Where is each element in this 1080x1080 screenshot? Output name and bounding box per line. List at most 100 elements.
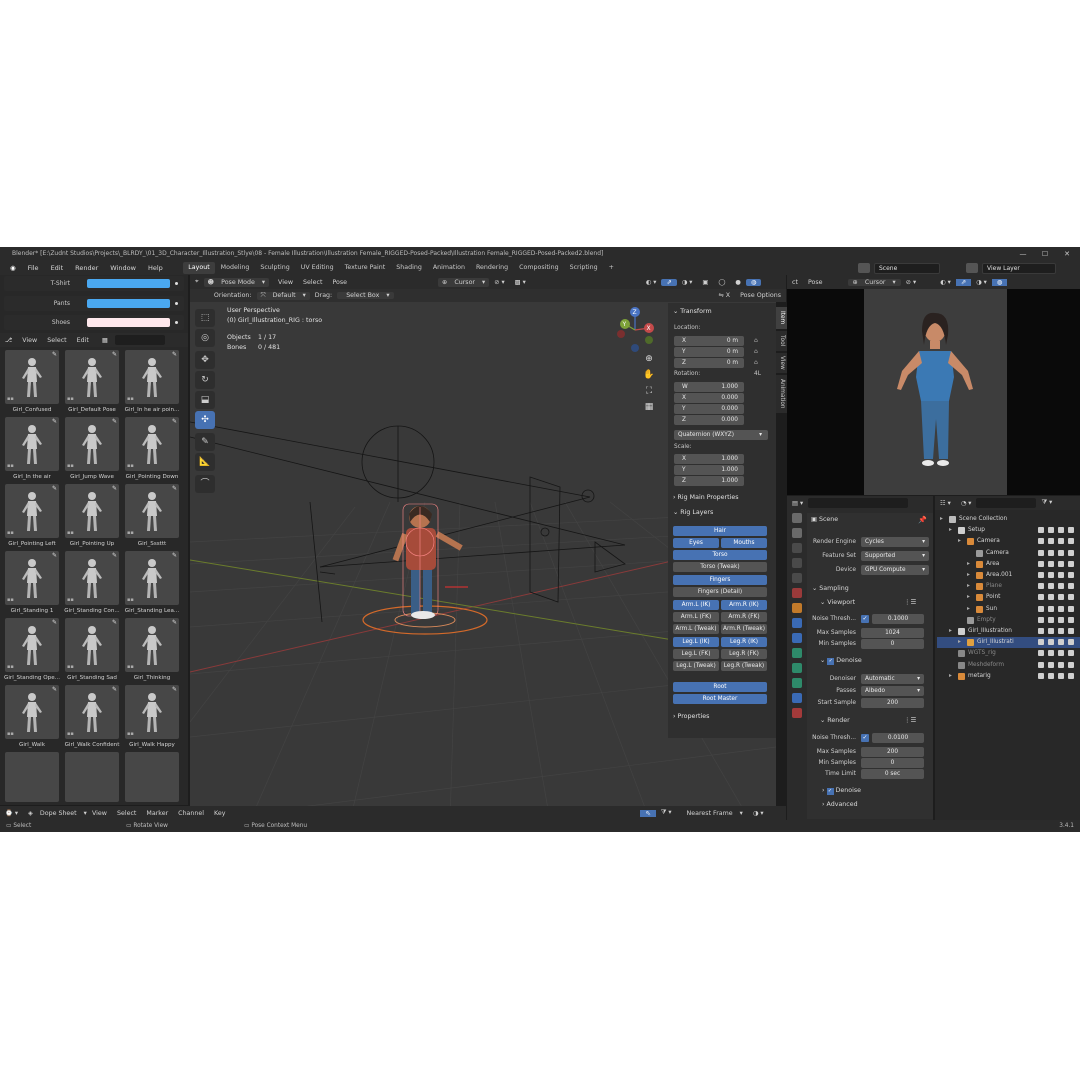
scene-icon[interactable]: [858, 263, 870, 273]
layer-leg-r-ik-button[interactable]: Leg.R (IK): [721, 637, 767, 647]
filter-icon[interactable]: ⧩ ▾: [656, 809, 677, 817]
perspective-grid-icon[interactable]: ▦: [642, 402, 656, 413]
pose-thumbnail[interactable]: ▪▪ ✎: [5, 417, 59, 471]
edit-icon[interactable]: ✎: [172, 418, 177, 425]
lock-icon[interactable]: ⌂: [754, 357, 758, 368]
timeline-menu-channel[interactable]: Channel: [173, 810, 209, 817]
rotation-y-field[interactable]: Y 0.000: [674, 404, 744, 414]
pose-thumbnail[interactable]: [5, 752, 59, 802]
filter-icon[interactable]: ⧩ ▾: [1036, 499, 1057, 507]
properties-search-input[interactable]: [808, 498, 909, 508]
pose-mode-dropdown[interactable]: ☻ Pose Mode ▾: [203, 277, 270, 287]
keyframe-dot-icon[interactable]: [175, 282, 178, 285]
expand-arrow-icon[interactable]: ▸: [958, 637, 961, 648]
visibility-icon[interactable]: ◐ ▾: [935, 279, 956, 286]
scale-y-field[interactable]: Y 1.000: [674, 465, 744, 475]
layer-leg-r-tweak-button[interactable]: Leg.R (Tweak): [721, 661, 767, 671]
outliner-row[interactable]: ▸ Point: [937, 592, 1080, 603]
pose-thumbnail[interactable]: ▪▪ ✎: [65, 350, 119, 404]
layer-arm-r-fk-button[interactable]: Arm.R (FK): [721, 612, 767, 622]
layer-arm-r-ik-button[interactable]: Arm.R (IK): [721, 600, 767, 610]
edit-icon[interactable]: ✎: [172, 552, 177, 559]
pose-thumbnail[interactable]: ▪▪ ✎: [5, 618, 59, 672]
world-props-icon[interactable]: [792, 588, 802, 598]
xray-icon[interactable]: ▣: [697, 279, 713, 286]
edit-icon[interactable]: ✎: [172, 619, 177, 626]
camera-render-view[interactable]: [787, 289, 1080, 495]
pose-thumbnail[interactable]: ▪▪ ✎: [125, 484, 179, 538]
shoes-color-swatch[interactable]: [87, 318, 170, 327]
edit-icon[interactable]: ✎: [112, 619, 117, 626]
viewport-min-samples-field[interactable]: 0: [861, 639, 924, 649]
proportional-icon[interactable]: ▩ ▾: [510, 279, 531, 286]
pants-color-swatch[interactable]: [87, 299, 170, 308]
edit-icon[interactable]: ✎: [52, 418, 57, 425]
menu-help[interactable]: Help: [142, 261, 169, 275]
list-menu-icon[interactable]: ⋮☰: [904, 598, 916, 606]
dope-sheet-dropdown[interactable]: ◈ Dope Sheet ▾: [23, 810, 87, 817]
pose-thumbnail[interactable]: ▪▪ ✎: [65, 618, 119, 672]
viewport-max-samples-field[interactable]: 1024: [861, 628, 924, 638]
constraint-props-icon[interactable]: [792, 648, 802, 658]
sidebar-tab-tool[interactable]: Tool: [776, 331, 787, 351]
blender-logo-icon[interactable]: ◉: [4, 261, 22, 275]
pose-thumbnail[interactable]: ▪▪ ✎: [5, 685, 59, 739]
outliner-row[interactable]: ▸ Sun: [937, 604, 1080, 615]
edit-icon[interactable]: ✎: [112, 351, 117, 358]
tab-rendering[interactable]: Rendering: [470, 262, 513, 274]
tshirt-color-swatch[interactable]: [87, 279, 170, 288]
mirror-x-icon[interactable]: ⇋ X: [714, 292, 736, 299]
sidebar-tab-item[interactable]: Item: [776, 307, 787, 329]
rig-layers-header[interactable]: ⌄ Rig Layers: [673, 509, 713, 516]
tab-scripting[interactable]: Scripting: [564, 262, 603, 274]
layer-root-button[interactable]: Root: [673, 682, 767, 692]
pose-thumbnail[interactable]: ▪▪ ✎: [125, 350, 179, 404]
pose-options-dropdown[interactable]: Pose Options: [735, 292, 786, 299]
modifier-props-icon[interactable]: [792, 618, 802, 628]
pan-hand-icon[interactable]: ✋: [642, 370, 656, 381]
proportional-icon[interactable]: ◑ ▾: [748, 810, 769, 817]
expand-arrow-icon[interactable]: ▸: [949, 671, 952, 682]
expand-arrow-icon[interactable]: ▸: [949, 525, 952, 536]
rotation-w-field[interactable]: W 1.000: [674, 382, 744, 392]
render-noise-checkbox[interactable]: ✓: [861, 734, 869, 742]
pose-thumbnail[interactable]: ▪▪ ✎: [5, 484, 59, 538]
pose-thumbnail[interactable]: ▪▪ ✎: [125, 618, 179, 672]
view-layer-selector[interactable]: View Layer: [982, 262, 1056, 274]
gizmo-toggle-icon[interactable]: ⇗: [955, 278, 972, 286]
menu-file[interactable]: File: [22, 261, 45, 275]
layer-mouths-button[interactable]: Mouths: [721, 538, 767, 548]
visibility-toggles[interactable]: [1038, 583, 1074, 590]
viewport-noise-checkbox[interactable]: ✓: [861, 615, 869, 623]
outliner-row[interactable]: Camera: [937, 548, 1080, 559]
tab-texture-paint[interactable]: Texture Paint: [339, 262, 391, 274]
pants-color-row[interactable]: Pants: [4, 296, 184, 311]
navigation-gizmo[interactable]: Z X Y: [615, 304, 659, 354]
tab-shading[interactable]: Shading: [391, 262, 428, 274]
annotate-tool[interactable]: ✎: [195, 433, 215, 451]
editor-type-icon[interactable]: ▤ ▾: [787, 500, 808, 507]
cursor-tool[interactable]: ◎: [195, 329, 215, 347]
layer-fingers-button[interactable]: Fingers: [673, 575, 767, 585]
shading-rendered-icon[interactable]: ◍: [991, 278, 1008, 286]
outliner-row[interactable]: ▸ Girl_Illustrati: [937, 637, 1080, 649]
shading-solid-icon[interactable]: ◯: [713, 279, 730, 286]
only-selected-icon[interactable]: ⇖: [640, 809, 656, 817]
snap-icon[interactable]: ⊘ ▾: [489, 279, 509, 286]
tab-uv-editing[interactable]: UV Editing: [295, 262, 339, 274]
layer-arm-l-ik-button[interactable]: Arm.L (IK): [673, 600, 719, 610]
drag-dropdown[interactable]: Select Box ▾: [337, 292, 394, 299]
tab-sculpting[interactable]: Sculpting: [255, 262, 295, 274]
denoise-checkbox[interactable]: ✓: [827, 658, 835, 665]
menu-render[interactable]: Render: [69, 261, 104, 275]
edit-icon[interactable]: ✎: [52, 552, 57, 559]
outliner-row[interactable]: ▸ Area: [937, 559, 1080, 570]
sidebar-tab-animation[interactable]: Animation: [776, 375, 787, 413]
scale-tool[interactable]: ⬓: [195, 391, 215, 409]
asset-menu-edit[interactable]: Edit: [72, 337, 94, 344]
tab-layout[interactable]: Layout: [182, 262, 216, 274]
timeline-menu-key[interactable]: Key: [209, 810, 230, 817]
device-dropdown[interactable]: GPU Compute ▾: [861, 565, 929, 575]
edit-icon[interactable]: ✎: [52, 619, 57, 626]
select-box-tool[interactable]: ⬚: [195, 309, 215, 327]
